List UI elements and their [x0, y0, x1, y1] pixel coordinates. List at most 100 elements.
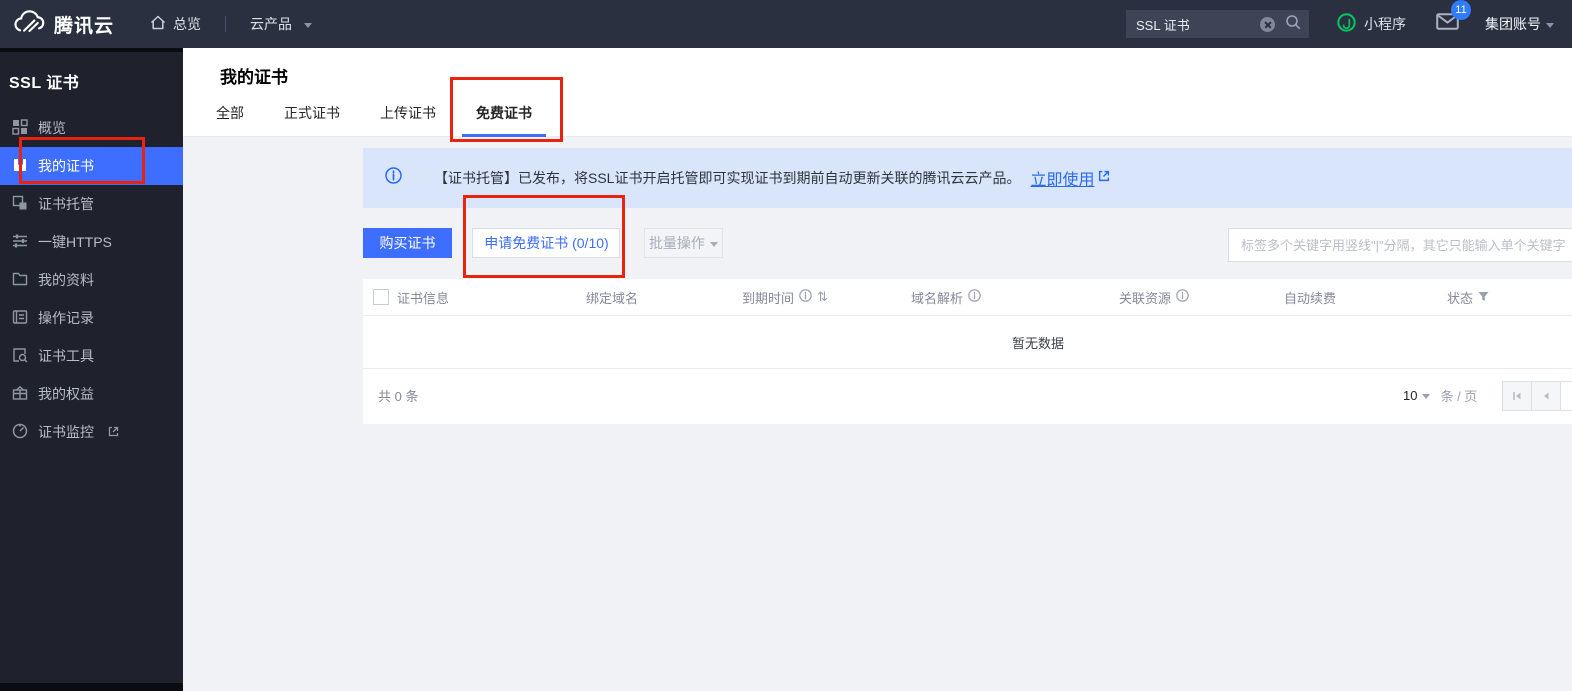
sidebar-item-label: 一键HTTPS	[38, 232, 112, 252]
sidebar-item-cert-monitoring[interactable]: 证书监控	[0, 413, 183, 451]
search-icon[interactable]	[1285, 14, 1301, 35]
chevron-down-icon	[710, 242, 718, 247]
nav-divider	[225, 16, 226, 32]
sidebar-item-label: 证书监控	[38, 422, 94, 442]
brand-label: 腾讯云	[54, 11, 114, 38]
tab-paid-certificates[interactable]: 正式证书	[270, 101, 354, 137]
sidebar-item-label: 我的资料	[38, 270, 94, 290]
brand[interactable]: 腾讯云	[13, 8, 114, 40]
tag-filter-input[interactable]	[1228, 228, 1572, 262]
page-size-value: 10	[1403, 388, 1417, 403]
sidebar-item-overview[interactable]: 概览	[0, 109, 183, 147]
sidebar-menu: 概览 我的证书 证书托管	[0, 109, 183, 451]
external-link-icon	[108, 424, 119, 440]
tabs: 全部 正式证书 上传证书 免费证书	[183, 101, 1572, 137]
sidebar-bottom-bar	[0, 683, 183, 691]
gift-icon	[12, 385, 28, 404]
page-header: 我的证书 全部 正式证书 上传证书 免费证书	[183, 48, 1572, 137]
column-header-auto-renew: 自动续费	[1284, 288, 1447, 307]
column-header-bound-domain: 绑定域名	[586, 288, 742, 307]
chevron-down-icon	[1422, 394, 1430, 399]
home-icon	[150, 15, 166, 33]
pagination: 10 条 / 页	[1403, 381, 1572, 411]
sidebar-item-one-click-https[interactable]: 一键HTTPS	[0, 223, 183, 261]
sidebar-item-label: 概览	[38, 118, 66, 138]
miniprogram-icon	[1337, 13, 1356, 35]
info-banner: 【证书托管】已发布，将SSL证书开启托管即可实现证书到期前自动更新关联的腾讯云云…	[363, 148, 1572, 208]
batch-operation-button[interactable]: 批量操作	[644, 228, 723, 258]
column-header-cert-info: 证书信息	[397, 288, 586, 307]
column-label: 绑定域名	[586, 288, 638, 307]
document-lines-icon	[12, 309, 28, 328]
sidebar-item-label: 证书工具	[38, 346, 94, 366]
column-label: 到期时间	[742, 288, 794, 307]
first-page-button[interactable]	[1502, 381, 1532, 411]
column-header-associated-resources: 关联资源	[1119, 288, 1284, 307]
tab-free-certificates[interactable]: 免费证书	[462, 101, 546, 137]
tab-all[interactable]: 全部	[202, 101, 258, 137]
banner-use-now-link[interactable]: 立即使用	[1030, 166, 1094, 190]
folder-icon	[12, 271, 28, 290]
sidebar-item-my-benefits[interactable]: 我的权益	[0, 375, 183, 413]
column-header-status: 状态	[1447, 288, 1572, 307]
buy-certificate-button[interactable]: 购买证书	[363, 228, 452, 258]
info-icon[interactable]	[799, 289, 812, 305]
nav-overview-label: 总览	[173, 14, 201, 34]
info-icon[interactable]	[968, 289, 981, 305]
nav-messages[interactable]: 11	[1436, 13, 1459, 35]
column-header-domain-resolution: 域名解析	[911, 288, 1119, 307]
sidebar-item-operation-log[interactable]: 操作记录	[0, 299, 183, 337]
nav-search-box[interactable]	[1126, 10, 1309, 38]
empty-state-text: 暂无数据	[1012, 333, 1064, 352]
mail-icon	[1436, 17, 1459, 34]
chevron-down-icon	[1546, 23, 1554, 28]
apply-free-certificate-button[interactable]: 申请免费证书 (0/10)	[472, 228, 620, 258]
nav-account[interactable]: 集团账号	[1485, 14, 1554, 34]
clear-icon[interactable]	[1260, 17, 1275, 32]
sidebar-item-cert-tools[interactable]: 证书工具	[0, 337, 183, 375]
tab-uploaded-certificates[interactable]: 上传证书	[366, 101, 450, 137]
page-size-select[interactable]: 10	[1403, 388, 1430, 403]
nav-search-input[interactable]	[1136, 17, 1260, 32]
banner-text: 【证书托管】已发布，将SSL证书开启托管即可实现证书到期前自动更新关联的腾讯云云…	[434, 168, 1020, 188]
sidebar-item-label: 我的权益	[38, 384, 94, 404]
column-label: 域名解析	[911, 288, 963, 307]
nav-miniprogram[interactable]: 小程序	[1337, 13, 1406, 35]
certificates-table: 证书信息 绑定域名 到期时间 ⇅ 域名解析 关联资源	[363, 279, 1572, 424]
tencent-cloud-logo-icon	[13, 8, 45, 40]
page-number-box[interactable]	[1560, 381, 1572, 411]
sidebar-item-label: 我的证书	[38, 156, 94, 176]
toolbar: 购买证书 申请免费证书 (0/10) 批量操作	[363, 228, 1572, 262]
select-all-cell	[363, 289, 397, 305]
sidebar-item-label: 证书托管	[38, 194, 94, 214]
total-count: 共 0 条	[378, 386, 418, 405]
empty-state: 暂无数据	[363, 315, 1572, 369]
nav-products[interactable]: 云产品	[250, 14, 312, 34]
sidebar-item-cert-hosting[interactable]: 证书托管	[0, 185, 183, 223]
doc-search-icon	[12, 347, 28, 366]
nav-account-label: 集团账号	[1485, 14, 1541, 34]
info-icon[interactable]	[1176, 289, 1189, 305]
batch-operation-label: 批量操作	[649, 233, 705, 253]
hosting-icon	[12, 195, 28, 214]
sidebar-title: SSL 证书	[0, 52, 183, 93]
sidebar-item-label: 操作记录	[38, 308, 94, 328]
sliders-icon	[12, 233, 28, 252]
nav-overview[interactable]: 总览	[150, 14, 201, 34]
message-count-badge: 11	[1451, 0, 1471, 20]
table-header-row: 证书信息 绑定域名 到期时间 ⇅ 域名解析 关联资源	[363, 279, 1572, 315]
external-link-icon	[1098, 169, 1110, 187]
sidebar-item-my-profile[interactable]: 我的资料	[0, 261, 183, 299]
sidebar-item-my-certificates[interactable]: 我的证书	[0, 147, 183, 185]
info-icon	[385, 167, 402, 189]
page-title: 我的证书	[183, 48, 1572, 88]
nav-products-label: 云产品	[250, 14, 292, 34]
per-page-label: 条 / 页	[1440, 386, 1477, 405]
overview-grid-icon	[12, 119, 28, 138]
column-label: 证书信息	[397, 288, 449, 307]
certificate-icon	[12, 157, 28, 176]
filter-icon[interactable]	[1478, 290, 1489, 305]
select-all-checkbox[interactable]	[373, 289, 389, 305]
prev-page-button[interactable]	[1531, 381, 1561, 411]
sort-icon[interactable]: ⇅	[817, 289, 828, 305]
